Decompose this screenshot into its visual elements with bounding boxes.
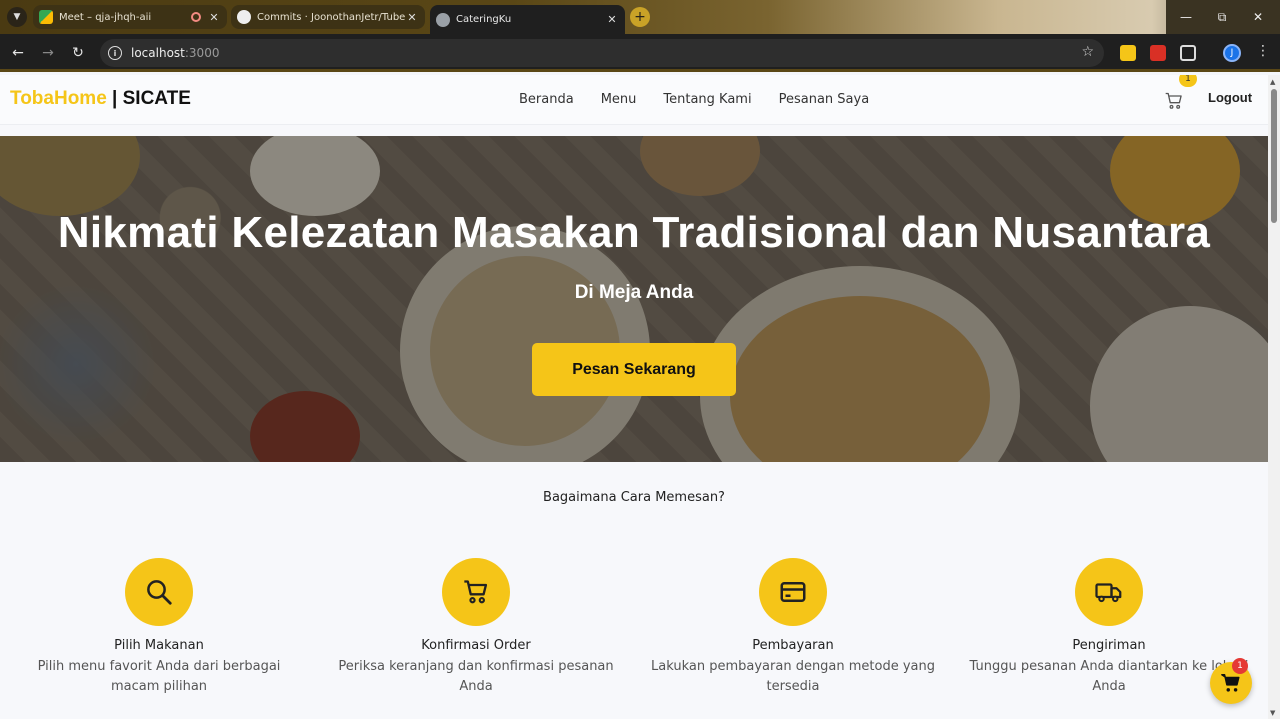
site-header: TobaHome | SICATE Beranda Menu Tentang K… xyxy=(0,75,1268,125)
cart-icon xyxy=(1221,674,1240,692)
extension-red-icon[interactable] xyxy=(1150,45,1166,61)
step-icon-circle xyxy=(125,558,193,626)
extensions-puzzle-icon[interactable] xyxy=(1180,45,1196,61)
tab-cateringku[interactable]: CateringKu ✕ xyxy=(430,5,625,34)
scroll-up-arrow-icon[interactable]: ▲ xyxy=(1270,78,1275,86)
scroll-down-arrow-icon[interactable]: ▼ xyxy=(1270,709,1275,717)
forward-arrow-icon[interactable]: → xyxy=(38,43,58,63)
meet-favicon-icon xyxy=(39,10,53,24)
tab-search-button[interactable]: ▼ xyxy=(7,7,27,27)
reload-icon[interactable]: ↻ xyxy=(68,43,88,63)
page: TobaHome | SICATE Beranda Menu Tentang K… xyxy=(0,75,1268,719)
step-card: Pilih Makanan Pilih menu favorit Anda da… xyxy=(9,558,309,697)
brand-secondary: | SICATE xyxy=(106,88,191,109)
step-card: Pembayaran Lakukan pembayaran dengan met… xyxy=(643,558,943,697)
brand-logo[interactable]: TobaHome | SICATE xyxy=(10,88,191,110)
tab-title: Commits · JoonothanJetr/Tuber xyxy=(257,11,405,23)
truck-icon xyxy=(1095,583,1122,603)
step-description: Lakukan pembayaran dengan metode yang te… xyxy=(651,659,936,694)
step-title: Pengiriman xyxy=(1072,638,1146,653)
logout-button[interactable]: Logout xyxy=(1208,90,1252,105)
bookmark-star-icon[interactable]: ☆ xyxy=(1081,44,1094,60)
step-title: Pilih Makanan xyxy=(114,638,204,653)
browser-tabbar: ▼ Meet – qja-jhqh-aii ✕ Commits · Joonot… xyxy=(0,0,1280,34)
nav-menu[interactable]: Menu xyxy=(601,92,637,107)
close-icon[interactable]: ✕ xyxy=(605,13,619,26)
back-arrow-icon[interactable]: ← xyxy=(8,43,28,63)
step-card: Konfirmasi Order Periksa keranjang dan k… xyxy=(326,558,626,697)
step-icon-circle xyxy=(1075,558,1143,626)
search-icon xyxy=(147,580,172,605)
extension-yellow-icon[interactable] xyxy=(1120,45,1136,61)
cart-count-badge: 1 xyxy=(1179,75,1197,87)
minimize-icon[interactable]: — xyxy=(1168,0,1204,34)
address-bar[interactable]: i localhost:3000 ☆ xyxy=(100,39,1104,67)
recording-icon xyxy=(191,12,201,22)
address-url: localhost:3000 xyxy=(131,46,220,60)
tab-title: Meet – qja-jhqh-aii xyxy=(59,11,152,23)
step-icon-circle xyxy=(759,558,827,626)
hero-subtitle: Di Meja Anda xyxy=(574,282,694,303)
cart-icon xyxy=(464,580,488,604)
tab-title: CateringKu xyxy=(456,14,512,25)
github-favicon-icon xyxy=(237,10,251,24)
tab-meet[interactable]: Meet – qja-jhqh-aii ✕ xyxy=(33,5,227,29)
globe-favicon-icon xyxy=(436,12,450,27)
page-scrollbar[interactable]: ▲ ▼ xyxy=(1268,75,1280,719)
window-close-icon[interactable]: ✕ xyxy=(1240,0,1276,34)
close-icon[interactable]: ✕ xyxy=(207,11,221,24)
brand-primary: TobaHome xyxy=(10,88,107,109)
nav-tentang-kami[interactable]: Tentang Kami xyxy=(663,92,751,107)
step-description: Periksa keranjang dan konfirmasi pesanan… xyxy=(338,659,614,694)
cart-icon[interactable] xyxy=(1164,91,1184,111)
scrollbar-thumb[interactable] xyxy=(1271,89,1277,223)
floating-cart-badge: 1 xyxy=(1232,658,1248,674)
how-to-order-title: Bagaimana Cara Memesan? xyxy=(543,490,725,505)
browser-toolbar: ← → ↻ i localhost:3000 ☆ J ⋮ xyxy=(0,34,1280,72)
tab-github[interactable]: Commits · JoonothanJetr/Tuber ✕ xyxy=(231,5,425,29)
step-icon-circle xyxy=(442,558,510,626)
hero-banner: Nikmati Kelezatan Masakan Tradisional da… xyxy=(0,136,1268,462)
step-title: Konfirmasi Order xyxy=(421,638,531,653)
step-title: Pembayaran xyxy=(752,638,834,653)
step-description: Pilih menu favorit Anda dari berbagai ma… xyxy=(37,659,281,694)
close-icon[interactable]: ✕ xyxy=(405,11,419,24)
order-now-button[interactable]: Pesan Sekarang xyxy=(532,343,736,396)
browser-menu-icon[interactable]: ⋮ xyxy=(1256,43,1270,59)
profile-avatar[interactable]: J xyxy=(1223,44,1241,62)
credit-card-icon xyxy=(780,582,806,602)
hero-title: Nikmati Kelezatan Masakan Tradisional da… xyxy=(57,208,1211,257)
new-tab-button[interactable]: + xyxy=(630,7,650,27)
site-info-icon[interactable]: i xyxy=(108,46,122,60)
nav-beranda[interactable]: Beranda xyxy=(519,92,574,107)
restore-icon[interactable]: ⧉ xyxy=(1204,0,1240,34)
main-nav: Beranda Menu Tentang Kami Pesanan Saya xyxy=(519,92,869,107)
nav-pesanan-saya[interactable]: Pesanan Saya xyxy=(779,92,870,107)
